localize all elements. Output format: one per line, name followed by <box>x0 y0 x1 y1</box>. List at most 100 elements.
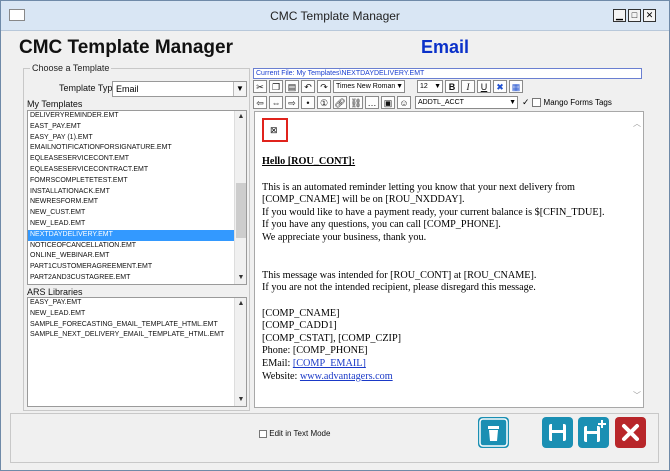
close-window-button[interactable]: ✕ <box>643 9 656 22</box>
email-text-line: Phone: [COMP_PHONE] <box>262 345 368 357</box>
field-tag-select[interactable]: ADDTL_ACCT ▼ <box>415 96 518 109</box>
horizontal-rule-icon[interactable]: … <box>365 96 379 109</box>
font-size-value: 12 <box>420 83 428 90</box>
email-link[interactable]: [COMP_EMAIL] <box>293 358 366 369</box>
list-item[interactable]: ONLINE_WEBINAR.EMT <box>28 251 234 262</box>
editor-scrollbar[interactable]: ︿ ﹀ <box>631 112 643 407</box>
save-template-button[interactable] <box>542 417 573 448</box>
align-left-icon[interactable]: ⇦ <box>253 96 267 109</box>
delete-template-button[interactable] <box>478 417 509 448</box>
image-placeholder[interactable]: ⊠ <box>262 118 288 142</box>
formatting-toolbar-2: ⇦ ⇔ ⇨ • ① 🔗︎ ⛓︎ … ▣ ☺ ADDTL_ACCT ▼ ✓ Mang… <box>253 95 642 110</box>
font-name-select[interactable]: Times New Roman ▼ <box>333 80 405 93</box>
list-item[interactable]: EQLEASESERVICECONTRACT.EMT <box>28 165 234 176</box>
my-templates-label: My Templates <box>27 99 83 109</box>
list-item[interactable]: PART1CUSTOMERAGREEMENT.EMT <box>28 262 234 273</box>
bold-icon[interactable]: B <box>445 80 459 93</box>
email-text-line: [COMP_CSTAT], [COMP_CZIP] <box>262 332 401 344</box>
scroll-down-icon[interactable]: ▼ <box>236 273 246 283</box>
edit-text-mode-checkbox[interactable] <box>259 429 267 438</box>
save-as-template-button[interactable] <box>578 417 609 448</box>
ars-scrollbar[interactable]: ▲ ▼ <box>234 298 246 406</box>
chevron-down-icon: ▼ <box>396 83 403 90</box>
ars-libraries-label: ARS Libraries <box>27 287 83 297</box>
underline-icon[interactable]: U <box>477 80 491 93</box>
list-item[interactable]: NEXTDAYDELIVERY.EMT <box>28 229 234 241</box>
table-icon[interactable]: ▦ <box>509 80 523 93</box>
unlink-icon[interactable]: ⛓︎ <box>349 96 363 109</box>
scroll-down-icon[interactable]: ▼ <box>236 395 246 405</box>
scroll-down-icon[interactable]: ﹀ <box>632 390 642 401</box>
app-heading: CMC Template Manager <box>19 37 233 58</box>
list-item[interactable]: EMAILNOTIFICATIONFORSIGNATURE.EMT <box>28 143 234 154</box>
email-text-line: This message was intended for [ROU_CONT]… <box>262 269 537 281</box>
my-templates-scrollbar[interactable]: ▲ ▼ <box>234 111 246 284</box>
email-text-line: We appreciate your business, thank you. <box>262 231 427 243</box>
email-text-line: [COMP_CNAME] <box>262 307 340 319</box>
my-templates-list[interactable]: DELIVERYREMINDER.EMT EAST_PAY.EMT EASY_PAY… <box>27 110 247 285</box>
email-body[interactable]: Hello [ROU_CONT]: This is an automated r… <box>262 156 622 383</box>
template-type-select[interactable]: Email ▼ <box>112 81 247 97</box>
list-item[interactable]: EASY_PAY.EMT <box>28 298 234 309</box>
mode-heading: Email <box>421 37 470 57</box>
bullet-list-icon[interactable]: • <box>301 96 315 109</box>
list-item[interactable]: NEW_CUST.EMT <box>28 208 234 219</box>
list-item[interactable]: PART2AND3CUSTAGREE.EMT <box>28 273 234 284</box>
list-item[interactable]: EQLEASESERVICECONT.EMT <box>28 154 234 165</box>
spell-check-icon[interactable]: ✖ <box>493 80 507 93</box>
italic-icon[interactable]: I <box>461 80 475 93</box>
email-text-line: [COMP_CNAME] will be on [ROU_NXDDAY]. <box>262 194 465 206</box>
insert-check-icon[interactable]: ✓ <box>522 97 530 108</box>
email-text-line: If you would like to have a payment read… <box>262 206 605 218</box>
list-item[interactable]: EAST_PAY.EMT <box>28 122 234 133</box>
website-link[interactable]: www.advantagers.com <box>300 371 393 382</box>
list-item[interactable]: DELIVERYREMINDER.EMT <box>28 111 234 122</box>
list-item[interactable]: NEWRESFORM.EMT <box>28 197 234 208</box>
scroll-up-icon[interactable]: ︿ <box>632 118 642 129</box>
list-item[interactable]: SAMPLE_FORECASTING_EMAIL_TEMPLATE_HTML.E… <box>28 320 234 331</box>
font-size-select[interactable]: 12 ▼ <box>417 80 443 93</box>
mango-tags-checkbox[interactable] <box>531 98 541 107</box>
redo-icon[interactable]: ↷ <box>317 80 331 93</box>
email-line: EMail: [COMP_EMAIL] <box>262 358 622 371</box>
save-icon <box>542 417 573 448</box>
chevron-down-icon[interactable]: ▼ <box>233 82 246 96</box>
list-item[interactable]: FOMRSCOMPLETETEST.EMT <box>28 176 234 187</box>
undo-icon[interactable]: ↶ <box>301 80 315 93</box>
ars-libraries-list[interactable]: EASY_PAY.EMT NEW_LEAD.EMT SAMPLE_FORECASTI… <box>27 297 247 407</box>
save-as-icon <box>578 417 609 448</box>
maximize-button[interactable]: □ <box>628 9 641 22</box>
align-center-icon[interactable]: ⇔ <box>269 96 283 109</box>
formatting-toolbar-1: ✂ ❐ ▤ ↶ ↷ Times New Roman ▼ 12 ▼ B I U ✖ ▦ <box>253 79 642 94</box>
list-item[interactable]: NOTICEOFCANCELLATION.EMT <box>28 241 234 252</box>
scroll-up-icon[interactable]: ▲ <box>236 299 246 309</box>
email-text-line: If you are not the intended recipient, p… <box>262 282 536 294</box>
chevron-down-icon: ▼ <box>434 83 441 90</box>
cut-icon[interactable]: ✂ <box>253 80 267 93</box>
current-file-path: Current File: My Templates\NEXTDAYDELIVE… <box>253 68 642 79</box>
website-label: Website: <box>262 370 300 382</box>
list-item[interactable]: NEW_LEAD.EMT <box>28 219 234 230</box>
list-item[interactable]: EASY_PAY (1).EMT <box>28 133 234 144</box>
close-template-button[interactable] <box>615 417 646 448</box>
numbered-list-icon[interactable]: ① <box>317 96 331 109</box>
minimize-button[interactable]: ▁ <box>613 9 626 22</box>
list-item[interactable]: SAMPLE_NEXT_DELIVERY_EMAIL_TEMPLATE_HTML… <box>28 330 234 341</box>
email-text-line: If you have any questions, you can call … <box>262 219 501 231</box>
emoji-icon[interactable]: ☺ <box>397 96 411 109</box>
image-icon[interactable]: ▣ <box>381 96 395 109</box>
align-right-icon[interactable]: ⇨ <box>285 96 299 109</box>
paste-icon[interactable]: ▤ <box>285 80 299 93</box>
link-icon[interactable]: 🔗︎ <box>333 96 347 109</box>
email-text-line: This is an automated reminder letting yo… <box>262 181 575 193</box>
scroll-up-icon[interactable]: ▲ <box>236 112 246 122</box>
app-window: CMC Template Manager ▁ □ ✕ CMC Template … <box>0 0 670 471</box>
email-text-line: [COMP_CADD1] <box>262 320 337 332</box>
copy-icon[interactable]: ❐ <box>269 80 283 93</box>
edit-text-mode-toggle[interactable]: Edit in Text Mode <box>259 429 330 438</box>
email-editor[interactable]: ⊠ Hello [ROU_CONT]: This is an automated… <box>254 111 644 408</box>
list-item[interactable]: INSTALLATIONACK.EMT <box>28 187 234 198</box>
scroll-thumb[interactable] <box>236 183 246 238</box>
trash-icon <box>478 417 509 448</box>
list-item[interactable]: NEW_LEAD.EMT <box>28 309 234 320</box>
